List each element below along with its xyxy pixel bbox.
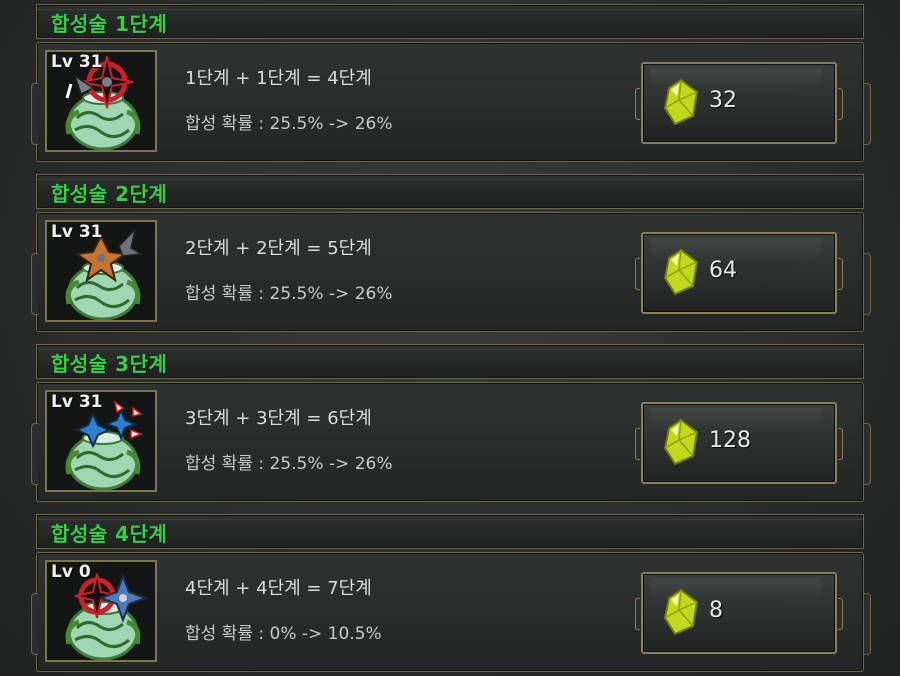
cost-amount: 64 — [709, 258, 737, 283]
tier-body: Lv 0 4단계 + 4단계 = 7단계 합성 확률: 0% -> 10.5%… — [31, 552, 871, 672]
tier-card: 합성술 4단계 Lv 0 4단계 + 4단계 = 7단계 합성 확률: 0% … — [31, 514, 871, 674]
synthesis-skill-list: 합성술 1단계 Lv 31 1단계 + 1단계 = 4단계 합성 확률: 25… — [0, 0, 900, 676]
skill-item-slot[interactable]: Lv 0 — [45, 560, 157, 662]
frame-ornament — [838, 428, 843, 460]
tier-card: 합성술 2단계 Lv 31 2단계 + 2단계 = 5단계 합성 확률: 25… — [31, 174, 871, 334]
item-level: Lv 0 — [51, 562, 91, 582]
frame-ornament — [838, 598, 843, 630]
upgrade-cost-button[interactable]: 64 — [635, 232, 843, 314]
frame-ornament — [838, 258, 843, 290]
tier-title: 합성술 4단계 — [51, 522, 168, 546]
frame-ornament — [31, 423, 38, 485]
frame-ornament — [864, 423, 871, 485]
tier-card: 합성술 1단계 Lv 31 1단계 + 1단계 = 4단계 합성 확률: 25… — [31, 4, 871, 164]
synthesis-formula: 3단계 + 3단계 = 6단계 — [185, 408, 372, 429]
synthesis-formula: 1단계 + 1단계 = 4단계 — [185, 68, 372, 89]
tier-title: 합성술 1단계 — [51, 12, 168, 36]
synthesis-rate: 합성 확률 : 25.5% -> 26% — [185, 454, 393, 474]
yellow-gem-icon — [663, 418, 699, 466]
frame-ornament — [864, 593, 871, 655]
yellow-gem-icon — [663, 248, 699, 296]
yellow-gem-icon — [663, 588, 699, 636]
skill-item-slot[interactable]: Lv 31 — [45, 390, 157, 492]
item-level: Lv 31 — [51, 392, 103, 412]
tier-card: 합성술 3단계 Lv 31 3단계 + 3단계 = 6단계 합성 확률: 25… — [31, 344, 871, 504]
item-level: Lv 31 — [51, 52, 103, 72]
frame-ornament — [635, 258, 640, 290]
cost-amount: 32 — [709, 88, 737, 113]
frame-ornament — [31, 83, 38, 145]
upgrade-cost-button[interactable]: 32 — [635, 62, 843, 144]
tier-header: 합성술 1단계 — [36, 4, 864, 39]
frame-ornament — [838, 88, 843, 120]
upgrade-cost-button[interactable]: 8 — [635, 572, 843, 654]
skill-item-slot[interactable]: Lv 31 — [45, 220, 157, 322]
cost-amount: 8 — [709, 598, 723, 623]
upgrade-cost-button[interactable]: 128 — [635, 402, 843, 484]
frame-ornament — [635, 88, 640, 120]
frame-ornament — [31, 593, 38, 655]
tier-header: 합성술 4단계 — [36, 514, 864, 549]
tier-title: 합성술 3단계 — [51, 352, 168, 376]
item-level: Lv 31 — [51, 222, 103, 242]
tier-header: 합성술 2단계 — [36, 174, 864, 209]
synthesis-formula: 4단계 + 4단계 = 7단계 — [185, 578, 372, 599]
tier-header: 합성술 3단계 — [36, 344, 864, 379]
skill-item-slot[interactable]: Lv 31 — [45, 50, 157, 152]
synthesis-rate: 합성 확률 : 25.5% -> 26% — [185, 284, 393, 304]
frame-ornament — [31, 253, 38, 315]
frame-ornament — [635, 598, 640, 630]
frame-ornament — [864, 253, 871, 315]
tier-title: 합성술 2단계 — [51, 182, 168, 206]
frame-ornament — [635, 428, 640, 460]
synthesis-rate: 합성 확률 : 0% -> 10.5% — [185, 624, 382, 644]
tier-body: Lv 31 2단계 + 2단계 = 5단계 합성 확률 : 25.5% -> 2… — [31, 212, 871, 332]
synthesis-rate: 합성 확률 : 25.5% -> 26% — [185, 114, 393, 134]
frame-ornament — [864, 83, 871, 145]
cost-amount: 128 — [709, 428, 751, 453]
tier-body: Lv 31 1단계 + 1단계 = 4단계 합성 확률 : 25.5% -> 2… — [31, 42, 871, 162]
yellow-gem-icon — [663, 78, 699, 126]
tier-body: Lv 31 3단계 + 3단계 = 6단계 합성 확률 : 25.5% -> 2… — [31, 382, 871, 502]
synthesis-formula: 2단계 + 2단계 = 5단계 — [185, 238, 372, 259]
